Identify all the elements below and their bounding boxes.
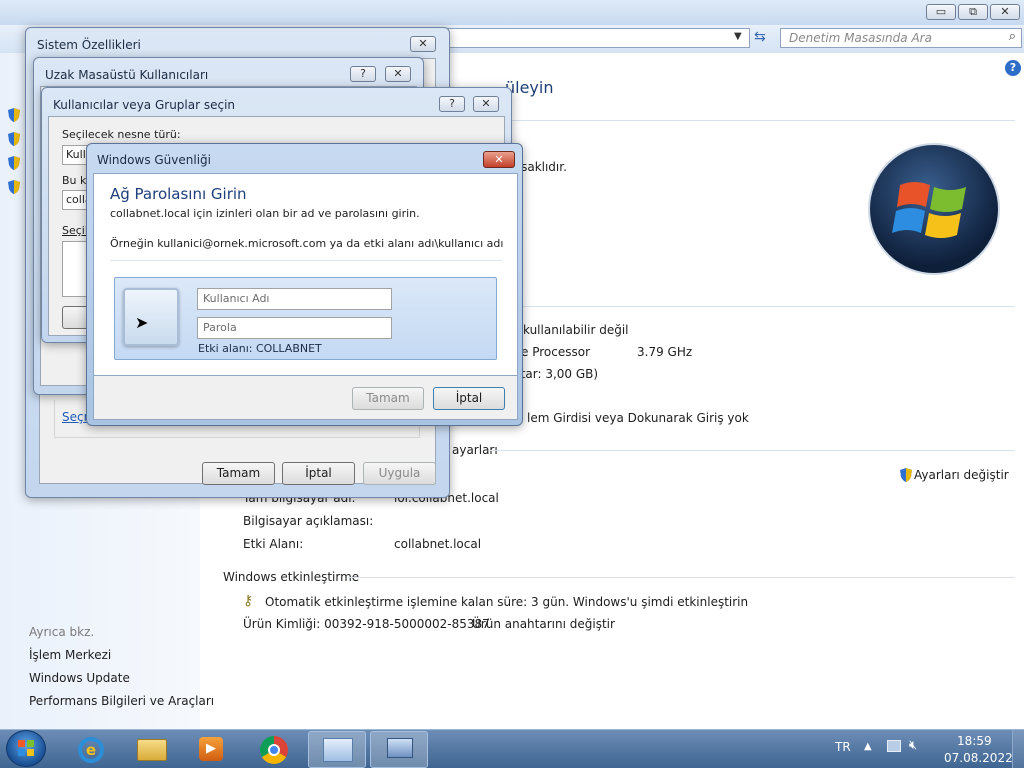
security-heading: Ağ Parolasını Girin [110, 185, 247, 203]
volume-muted-icon[interactable]: 🔇︎ [909, 738, 917, 753]
page-title-fragment: üleyin [505, 78, 554, 97]
windows-flag-icon [18, 740, 34, 756]
shield-icon [8, 180, 20, 194]
media-shape: ▶ [199, 737, 223, 761]
object-type-label: Seçilecek nesne türü: [62, 128, 181, 141]
internet-explorer-icon[interactable]: e [62, 731, 120, 768]
security-example: Örneğin kullanici@ornek.microsoft.com ya… [110, 237, 504, 250]
windows-security-dialog: Windows Güvenliği ✕ Ağ Parolasını Girin … [86, 143, 523, 426]
start-button[interactable] [6, 730, 46, 767]
mouse-cursor-icon: ➤ [135, 313, 149, 332]
username-input[interactable]: Kullanıcı Adı [197, 288, 392, 310]
chevron-down-icon[interactable]: ▼ [734, 31, 742, 42]
close-button[interactable]: ✕ [410, 36, 436, 52]
help-button[interactable]: ? [350, 66, 376, 82]
username-placeholder: Kullanıcı Adı [203, 292, 270, 305]
divider [348, 577, 1015, 578]
show-desktop-button[interactable] [1012, 730, 1024, 768]
select-users-title: Kullanıcılar veya Gruplar seçin [53, 98, 236, 112]
divider [110, 260, 502, 261]
domain-label: Etki Alanı: [243, 537, 304, 551]
sidebar-link-performance[interactable]: Performans Bilgileri ve Araçları [29, 694, 214, 708]
divider [455, 120, 1015, 121]
user-tile-icon [123, 288, 179, 346]
cancel-button[interactable]: İptal [282, 462, 355, 485]
chrome-center [268, 744, 280, 756]
system-properties-title: Sistem Özellikleri [37, 38, 141, 52]
shield-icon [8, 132, 20, 146]
cancel-button[interactable]: İptal [433, 387, 505, 410]
maximize-button[interactable]: ⧉ [958, 4, 988, 20]
network-icon[interactable] [887, 740, 901, 752]
domain-line: Etki alanı: COLLABNET [198, 342, 322, 355]
change-settings-link[interactable]: Ayarları değiştir [914, 468, 1009, 482]
close-button[interactable]: ✕ [990, 4, 1020, 20]
clock-date[interactable]: 07.08.2022 [944, 751, 1013, 765]
ok-button[interactable]: Tamam [352, 387, 424, 410]
language-indicator[interactable]: TR [835, 740, 851, 754]
ie-logo: e [78, 737, 104, 763]
product-id: Ürün Kimliği: 00392-918-5000002-85387 [243, 617, 490, 631]
chrome-logo [260, 736, 288, 764]
key-icon: ⚷ [243, 593, 254, 609]
close-button[interactable]: ✕ [473, 96, 499, 112]
sidebar-link-action-center[interactable]: İşlem Merkezi [29, 648, 111, 662]
windows-flag-icon [892, 182, 966, 238]
domain-value: collabnet.local [394, 537, 482, 551]
divider [455, 306, 1015, 307]
computer-icon [387, 738, 413, 758]
close-button[interactable]: ✕ [483, 151, 515, 168]
windows-logo [868, 143, 1000, 275]
search-placeholder: Denetim Masasında Ara [789, 31, 932, 45]
clock-time[interactable]: 18:59 [957, 734, 992, 748]
password-input[interactable]: Parola [197, 317, 392, 339]
see-also-label: Ayrıca bkz. [29, 625, 95, 639]
activation-header: Windows etkinleştirme [223, 570, 360, 584]
help-icon[interactable]: ? [1005, 60, 1021, 76]
address-bar[interactable] [440, 28, 750, 48]
rating-link[interactable]: kullanılabilir değil [523, 323, 629, 337]
close-button[interactable]: ✕ [385, 66, 411, 82]
processor-speed: 3.79 GHz [637, 345, 693, 359]
divider [490, 450, 1015, 451]
explorer-titlebar [0, 0, 1024, 25]
control-panel-icon [323, 738, 353, 762]
refresh-icon[interactable]: ⇆ [754, 29, 766, 45]
remote-users-title: Uzak Masaüstü Kullanıcıları [45, 68, 209, 82]
ram-value: ttar: 3,00 GB) [516, 367, 599, 381]
help-button[interactable]: ? [439, 96, 465, 112]
apply-button[interactable]: Uygula [363, 462, 436, 485]
security-dialog-body: Ağ Parolasını Girin collabnet.local için… [93, 173, 518, 376]
description-label: Bilgisayar açıklaması: [243, 514, 374, 528]
credential-tile[interactable]: ➤ Kullanıcı Adı Parola Etki alanı: COLLA… [114, 277, 497, 360]
media-player-icon[interactable]: ▶ [182, 731, 240, 768]
control-panel-taskbar-button[interactable] [308, 731, 366, 768]
activation-link[interactable]: Otomatik etkinleştirme işlemine kalan sü… [265, 595, 748, 609]
password-placeholder: Parola [203, 321, 237, 334]
minimize-button[interactable]: ▭ [926, 4, 956, 20]
folder-shape [137, 739, 167, 761]
sidebar-link-windows-update[interactable]: Windows Update [29, 671, 130, 685]
file-explorer-icon[interactable] [122, 731, 180, 768]
search-input[interactable]: Denetim Masasında Ara ⌕ [780, 28, 1022, 48]
shield-icon [900, 468, 912, 482]
security-subtitle: collabnet.local için izinleri olan bir a… [110, 207, 420, 220]
change-product-key-link[interactable]: Ürün anahtarını değiştir [472, 617, 615, 631]
show-hidden-icons-icon[interactable]: ▲ [864, 741, 872, 752]
ok-button[interactable]: Tamam [202, 462, 275, 485]
security-dialog-title: Windows Güvenliği [97, 153, 211, 167]
search-icon[interactable]: ⌕ [1009, 29, 1016, 44]
remote-desktop-taskbar-button[interactable] [370, 731, 428, 768]
pen-touch-value: lem Girdisi veya Dokunarak Giriş yok [527, 411, 749, 425]
chrome-icon[interactable] [244, 731, 302, 768]
shield-icon [8, 108, 20, 122]
shield-icon [8, 156, 20, 170]
